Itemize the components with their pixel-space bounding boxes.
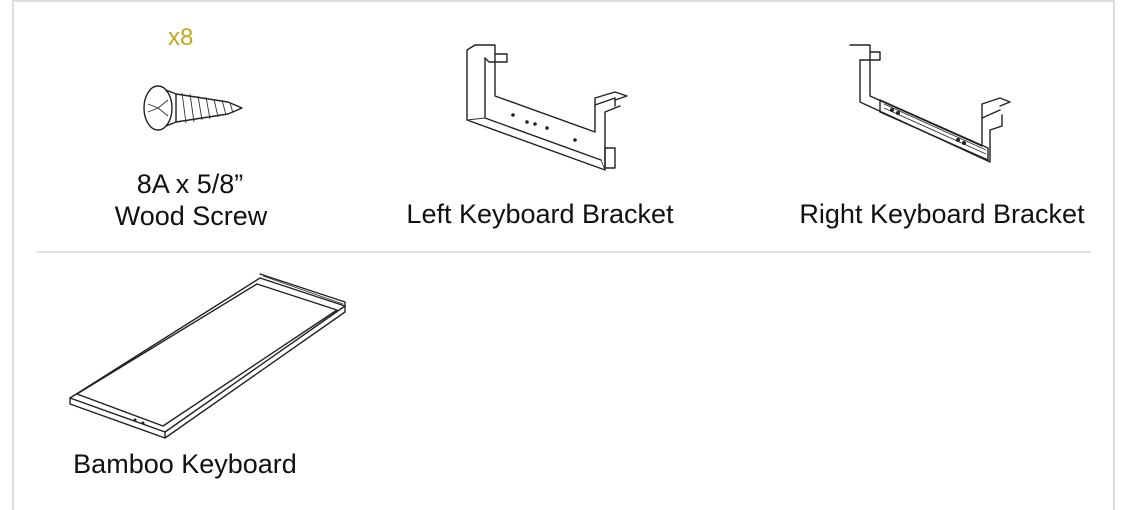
screw-quantity: x8	[168, 24, 194, 51]
keyboard-tray-icon	[69, 273, 346, 439]
left-bracket-icon	[466, 44, 628, 171]
left-bracket-label: Left Keyboard Bracket	[406, 199, 674, 229]
right-bracket-icon	[849, 44, 1011, 163]
keyboard-label: Bamboo Keyboard	[73, 449, 297, 479]
row-divider	[36, 251, 1091, 253]
wood-screw-icon	[143, 85, 243, 131]
screw-label-line1: 8A x 5/8”	[136, 169, 244, 199]
screw-label-line2: Wood Screw	[114, 201, 268, 231]
right-bracket-label: Right Keyboard Bracket	[799, 199, 1085, 229]
